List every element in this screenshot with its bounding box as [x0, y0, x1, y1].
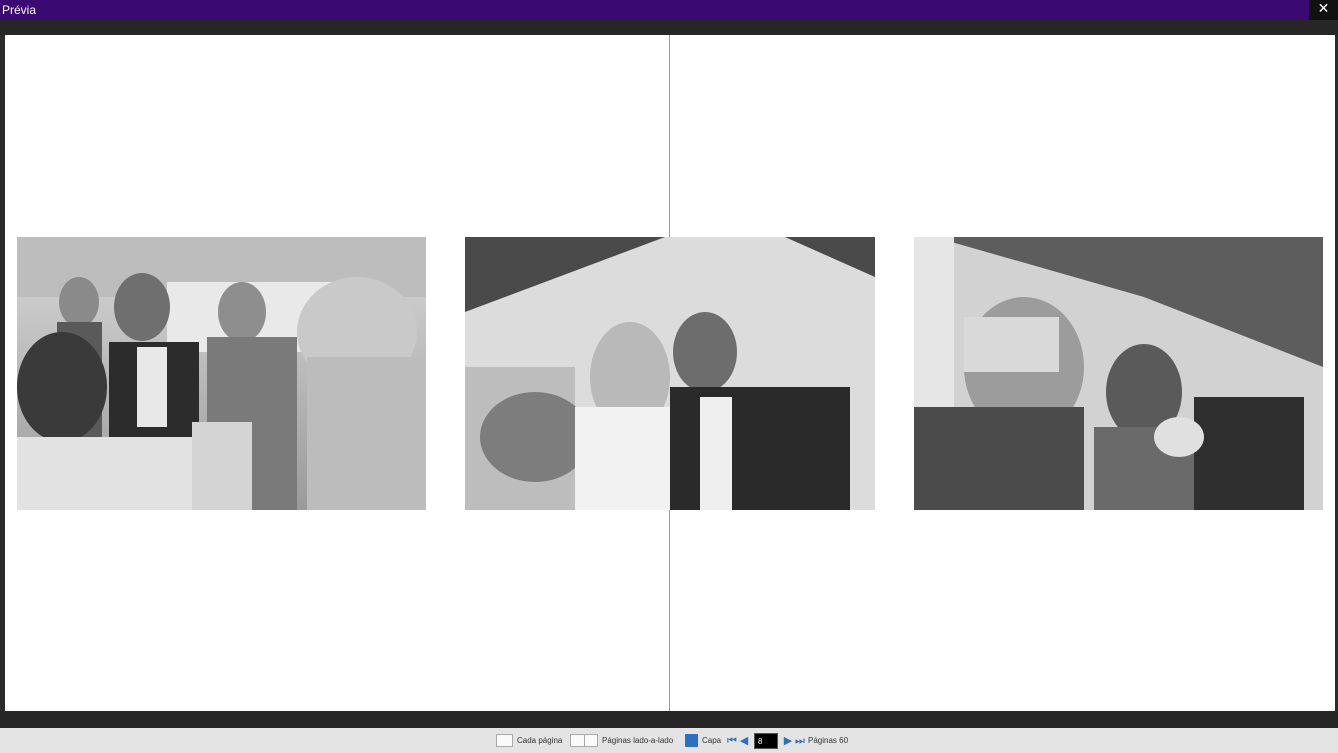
next-page-icon[interactable]: ▶ — [782, 734, 794, 748]
album-spread — [5, 35, 1335, 711]
first-page-icon[interactable]: ⏮ — [726, 734, 738, 748]
last-page-icon[interactable]: ⏭ — [794, 734, 806, 748]
side-by-side-label: Páginas lado-a-lado — [602, 736, 674, 745]
side-by-side-icon — [570, 734, 598, 747]
preview-frame-top — [0, 20, 1338, 35]
close-icon: ✕ — [1317, 1, 1330, 17]
book-icon — [685, 734, 698, 747]
window-title: Prévia — [2, 3, 37, 17]
preview-frame-bottom — [0, 711, 1338, 728]
previous-page-icon[interactable]: ◀ — [738, 734, 750, 748]
side-by-side-button[interactable]: Páginas lado-a-lado — [570, 728, 673, 753]
single-page-button[interactable]: Cada página — [496, 728, 562, 753]
cover-button[interactable]: Capa — [685, 728, 721, 753]
cover-label: Capa — [702, 736, 722, 745]
title-bar: Prévia ✕ — [0, 0, 1338, 20]
photo-couple-kiss[interactable] — [465, 237, 875, 510]
page-navigation: ⏮ ◀ 8 ▶ ⏭ Páginas 60 — [726, 728, 848, 753]
single-page-icon — [496, 734, 513, 747]
single-page-label: Cada página — [517, 736, 563, 745]
photo-ceremony-officiant[interactable] — [17, 237, 426, 510]
page-number-input[interactable]: 8 — [754, 732, 778, 749]
close-button[interactable]: ✕ — [1309, 0, 1338, 20]
page-count-label: Páginas 60 — [808, 736, 849, 745]
preview-toolbar: Cada página Páginas lado-a-lado Capa ⏮ ◀… — [0, 728, 1338, 753]
photo-guests-hug[interactable] — [914, 237, 1323, 510]
